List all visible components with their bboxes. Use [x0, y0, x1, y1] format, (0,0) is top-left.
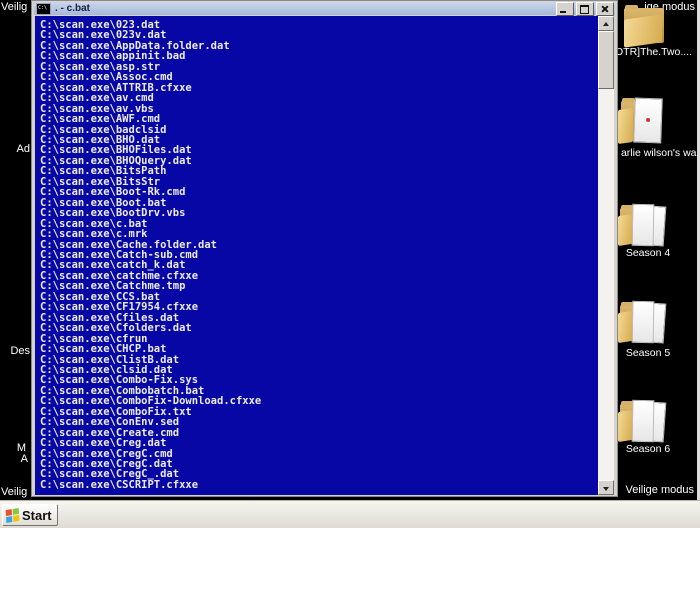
windows-logo-icon [5, 507, 20, 523]
minimize-button[interactable] [556, 2, 574, 16]
minimize-icon [560, 11, 566, 13]
folder-icon[interactable] [618, 398, 670, 443]
desktop: Veilig ige modus Veilig Veilige modus Ad… [0, 0, 700, 528]
folder-document [631, 300, 655, 344]
console-text: C:\scan.exe\023.dat C:\scan.exe\023v.dat… [40, 19, 262, 491]
folder-front [618, 214, 632, 246]
desktop-icon-label-fragment[interactable]: Ad [0, 143, 30, 155]
maximize-button[interactable] [576, 2, 594, 16]
folder-front [618, 410, 632, 442]
folder-label[interactable]: arlie wilson's war [610, 147, 700, 159]
safe-mode-label-top-left: Veilig [1, 1, 28, 13]
safe-mode-label-bottom-right: Veilige modus [625, 484, 695, 496]
scrollbar-thumb[interactable] [598, 31, 614, 89]
folder-icon[interactable] [618, 299, 670, 344]
start-button[interactable]: Start [2, 504, 58, 526]
close-button[interactable] [596, 2, 614, 16]
arrow-down-icon [603, 487, 609, 491]
desktop-icon-label-fragment[interactable]: Des [0, 345, 30, 357]
maximize-icon [580, 5, 589, 14]
folder-document [631, 203, 655, 247]
start-button-label: Start [22, 507, 52, 523]
screenshot-page: Veilig ige modus Veilig Veilige modus Ad… [0, 0, 700, 606]
ms-dos-icon: C:\ [36, 2, 51, 15]
taskbar: Start C:\ . - c.bat ? Windows Help en on… [0, 500, 700, 528]
folder-front [624, 14, 662, 48]
window-titlebar[interactable]: C:\ . - c.bat [34, 2, 615, 16]
arrow-up-icon [603, 22, 609, 26]
vertical-scrollbar[interactable] [598, 16, 614, 495]
folder-document [633, 97, 663, 144]
folder-label[interactable]: OTR]The.Two.... [615, 46, 699, 58]
folder-front [618, 107, 633, 145]
folder-icon[interactable] [622, 5, 668, 48]
folder-icon[interactable] [618, 96, 670, 145]
folder-label[interactable]: Season 4 [606, 247, 690, 259]
console-output: C:\scan.exe\023.dat C:\scan.exe\023v.dat… [35, 16, 600, 495]
folder-label[interactable]: Season 5 [606, 347, 690, 359]
safe-mode-label-bottom-left: Veilig [1, 486, 28, 498]
desktop-icon-label-fragment[interactable]: A [0, 453, 28, 465]
window-title: . - c.bat [55, 3, 91, 14]
folder-icon[interactable] [618, 202, 670, 247]
console-window: C:\ . - c.bat C:\scan.exe\023.dat C:\sca… [31, 0, 618, 497]
folder-label[interactable]: Season 6 [606, 443, 690, 455]
scroll-up-button[interactable] [598, 16, 614, 31]
folder-document [631, 399, 655, 443]
scroll-down-button[interactable] [598, 480, 614, 495]
folder-front [618, 311, 632, 343]
